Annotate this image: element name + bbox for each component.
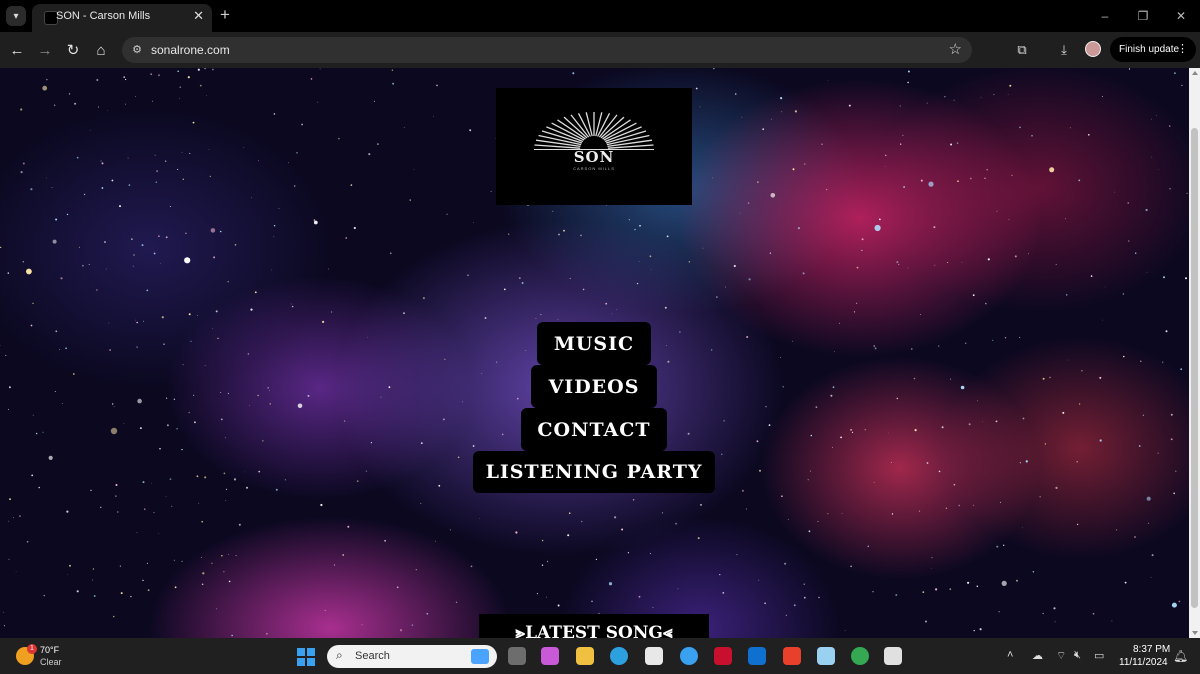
url-text[interactable]: sonalrone.com: [151, 43, 230, 57]
search-icon: ⌕: [336, 648, 343, 662]
latest-song-heading[interactable]: ⪢LATEST SONG⪡: [479, 614, 709, 638]
minimize-button[interactable]: –: [1086, 0, 1124, 32]
page-scrollbar[interactable]: [1189, 68, 1200, 638]
notification-bell-icon[interactable]: 🔔︎: [1173, 649, 1188, 663]
close-window-button[interactable]: ✕: [1162, 0, 1200, 32]
norton-icon[interactable]: [680, 647, 698, 665]
browser-tab[interactable]: SON - Carson Mills ✕: [32, 4, 212, 32]
sunburst-logo-icon: [534, 112, 654, 150]
nav-videos[interactable]: VIDEOS: [531, 365, 657, 408]
bookmark-star-icon[interactable]: ☆: [949, 40, 962, 58]
battery-icon[interactable]: ▭: [1094, 649, 1104, 662]
finish-update-label: Finish update: [1119, 44, 1180, 55]
forward-arrow-icon[interactable]: →: [34, 39, 56, 61]
file-explorer-icon[interactable]: [576, 647, 594, 665]
cloud-icon[interactable]: ☁: [1032, 649, 1043, 662]
weather-temperature[interactable]: 70°F: [40, 645, 59, 655]
tab-search-icon[interactable]: ▾: [6, 6, 26, 26]
microsoft-store-icon[interactable]: [645, 647, 663, 665]
nav-contact[interactable]: CONTACT: [521, 408, 667, 451]
nav-music[interactable]: MUSIC: [537, 322, 651, 365]
weather-badge: 1: [27, 644, 37, 654]
weather-condition[interactable]: Clear: [40, 657, 62, 667]
nav-listening-party[interactable]: LISTENING PARTY: [473, 451, 715, 493]
scroll-thumb[interactable]: [1191, 128, 1198, 608]
snipping-tool-icon[interactable]: [884, 647, 902, 665]
window-controls: – ❐ ✕: [1086, 0, 1200, 32]
profile-avatar-icon[interactable]: [1085, 41, 1101, 57]
page-viewport: SON CARSON MILLS MUSIC VIDEOS CONTACT LI…: [0, 68, 1189, 638]
download-icon[interactable]: ⤓: [1054, 40, 1074, 60]
clock-time[interactable]: 8:37 PM: [1133, 644, 1170, 655]
start-icon[interactable]: [297, 648, 315, 666]
wifi-icon[interactable]: ⌔: [1056, 649, 1066, 663]
finish-update-button[interactable]: Finish update ⋮: [1110, 37, 1196, 62]
address-bar[interactable]: ⚙ sonalrone.com ☆: [122, 37, 972, 63]
reload-icon[interactable]: ↻: [62, 39, 84, 61]
tab-title: SON - Carson Mills: [56, 10, 151, 22]
search-placeholder: Search: [355, 650, 390, 662]
task-view-icon[interactable]: [508, 647, 526, 665]
logo-text: SON: [573, 148, 615, 166]
tab-close-icon[interactable]: ✕: [193, 8, 204, 24]
copilot-icon[interactable]: [541, 647, 559, 665]
site-logo[interactable]: SON CARSON MILLS: [496, 88, 692, 205]
extensions-icon[interactable]: ⧉: [1012, 40, 1032, 60]
back-arrow-icon[interactable]: ←: [6, 39, 28, 61]
search-highlight-icon: [471, 649, 489, 664]
photos-icon[interactable]: [817, 647, 835, 665]
red-app-icon[interactable]: [783, 647, 801, 665]
logo-subtext: CARSON MILLS: [573, 166, 615, 171]
scroll-up-arrow-icon[interactable]: [1192, 71, 1198, 75]
show-hidden-icons-icon[interactable]: ˄: [1007, 649, 1013, 661]
browser-toolbar: ← → ↻ ⌂ ⚙ sonalrone.com ☆ ⧉ ⤓: [0, 32, 1200, 68]
volume-muted-icon[interactable]: 🔇︎: [1074, 649, 1081, 662]
site-info-icon[interactable]: ⚙: [130, 43, 144, 57]
kebab-menu-icon[interactable]: ⋮: [1177, 42, 1188, 55]
home-icon[interactable]: ⌂: [90, 39, 112, 61]
scroll-down-arrow-icon[interactable]: [1192, 631, 1198, 635]
browser-tab-bar: ▾ SON - Carson Mills ✕ + – ❐ ✕: [0, 0, 1200, 32]
windows-taskbar: 1 70°F Clear ⌕ Search ˄ ☁ ⌔ 🔇︎ ▭ 8:37 PM…: [0, 638, 1200, 674]
chrome-icon[interactable]: [851, 647, 869, 665]
outlook-icon[interactable]: [748, 647, 766, 665]
mcafee-icon[interactable]: [714, 647, 732, 665]
edge-icon[interactable]: [610, 647, 628, 665]
new-tab-button[interactable]: +: [220, 5, 230, 25]
restore-button[interactable]: ❐: [1124, 0, 1162, 32]
clock-date[interactable]: 11/11/2024: [1119, 657, 1168, 668]
taskbar-search-box[interactable]: ⌕ Search: [327, 645, 497, 668]
